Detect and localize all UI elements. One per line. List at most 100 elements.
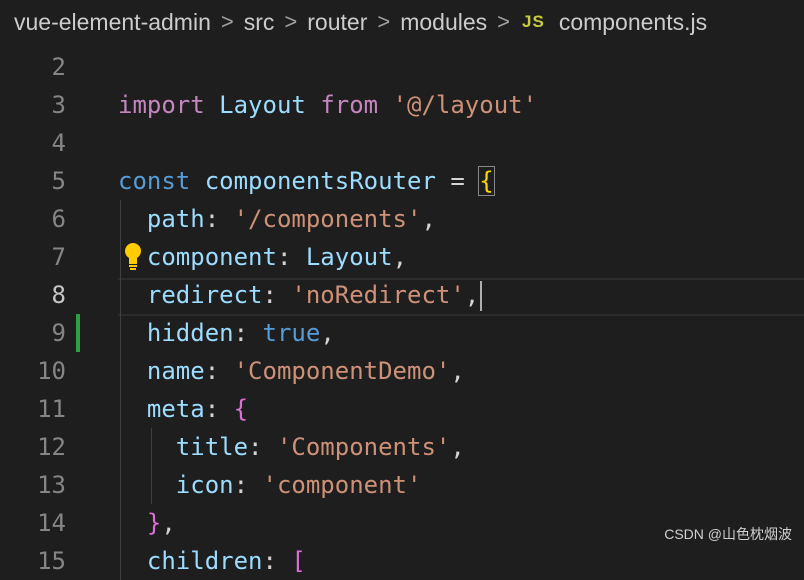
code-line[interactable]: 3 import Layout from '@/layout' — [0, 86, 804, 124]
code-text: component: Layout, — [118, 238, 407, 276]
indent-guide — [151, 428, 152, 504]
code-token: : — [233, 471, 263, 499]
code-token: const — [118, 167, 191, 195]
breadcrumb-item-modules[interactable]: modules — [398, 9, 489, 36]
code-token: : — [262, 281, 292, 309]
code-token: } — [146, 509, 162, 537]
breadcrumb-item-project[interactable]: vue-element-admin — [0, 9, 213, 36]
code-token: Layout — [219, 91, 306, 119]
code-token: [ — [291, 547, 306, 575]
code-token: children — [146, 547, 263, 575]
line-number: 4 — [51, 129, 66, 157]
code-line[interactable]: 5 const componentsRouter = { — [0, 162, 804, 200]
line-number: 7 — [51, 243, 66, 271]
line-number: 3 — [51, 91, 66, 119]
code-token: component — [146, 243, 277, 271]
breadcrumb-item-file[interactable]: components.js — [557, 9, 709, 36]
code-text: children: [ — [118, 542, 306, 580]
code-token: 'noRedirect' — [291, 281, 465, 309]
breadcrumb: vue-element-admin > src > router > modul… — [0, 0, 804, 44]
code-token: icon — [175, 471, 234, 499]
code-token: , — [450, 357, 465, 385]
code-token: : — [276, 243, 306, 271]
code-token: title — [175, 433, 249, 461]
code-token: import — [118, 91, 205, 119]
text-cursor — [480, 281, 483, 311]
code-token: { — [478, 166, 495, 196]
line-number: 8 — [51, 281, 66, 309]
code-token: hidden — [146, 319, 234, 347]
code-token: , — [464, 281, 480, 309]
code-token: : — [233, 319, 263, 347]
code-token: , — [320, 319, 335, 347]
code-token: , — [392, 243, 408, 271]
code-token: 'Components' — [276, 433, 451, 461]
code-token: { — [233, 395, 249, 423]
code-text: hidden: true, — [118, 314, 335, 352]
code-token: name — [146, 357, 205, 385]
code-token: from — [320, 91, 379, 119]
code-token: true — [262, 319, 321, 347]
code-token: '@/layout' — [392, 91, 538, 119]
code-text: icon: 'component' — [118, 466, 422, 504]
code-token: 'ComponentDemo' — [233, 357, 451, 385]
code-text: title: 'Components', — [118, 428, 465, 466]
line-number: 11 — [37, 395, 66, 423]
breadcrumb-separator: > — [284, 9, 298, 34]
line-number: 9 — [51, 319, 66, 347]
line-number: 13 — [37, 471, 66, 499]
code-text: name: 'ComponentDemo', — [118, 352, 465, 390]
code-token: , — [421, 205, 436, 233]
line-number: 6 — [51, 205, 66, 233]
line-number: 10 — [37, 357, 66, 385]
line-number: 2 — [51, 53, 66, 81]
code-token: componentsRouter — [204, 167, 436, 195]
code-token: '/components' — [233, 205, 422, 233]
code-token: , — [161, 509, 176, 537]
code-line[interactable]: 4 — [0, 124, 804, 162]
code-token: redirect — [146, 281, 263, 309]
code-text: redirect: 'noRedirect', — [118, 276, 483, 314]
lightbulb-icon[interactable] — [121, 240, 149, 274]
code-text: import Layout from '@/layout' — [118, 86, 537, 124]
code-text: }, — [118, 504, 176, 542]
code-token: , — [450, 433, 465, 461]
code-line[interactable]: 2 — [0, 48, 804, 86]
indent-guide — [120, 200, 121, 580]
code-token: Layout — [305, 243, 393, 271]
code-text: meta: { — [118, 390, 248, 428]
code-token: : — [262, 547, 292, 575]
code-token: 'component' — [262, 471, 422, 499]
code-token: : — [204, 205, 234, 233]
breadcrumb-separator: > — [497, 9, 511, 34]
code-token: : — [248, 433, 277, 461]
code-editor[interactable]: 2 3 import Layout from '@/layout' 4 5 const c… — [0, 46, 804, 580]
code-token: meta — [146, 395, 205, 423]
breadcrumb-item-router[interactable]: router — [305, 9, 369, 36]
code-token: : — [204, 395, 234, 423]
breadcrumb-separator: > — [220, 9, 234, 34]
breadcrumb-separator: > — [377, 9, 391, 34]
git-modified-indicator[interactable] — [76, 314, 80, 352]
code-text: path: '/components', — [118, 200, 436, 238]
js-file-icon: JS — [522, 12, 545, 31]
breadcrumb-item-src[interactable]: src — [242, 9, 277, 36]
code-token: : — [204, 357, 234, 385]
line-number: 14 — [37, 509, 66, 537]
code-text: const componentsRouter = { — [118, 162, 495, 200]
line-number: 12 — [37, 433, 66, 461]
code-token: path — [146, 205, 205, 233]
code-token: = — [435, 167, 480, 195]
